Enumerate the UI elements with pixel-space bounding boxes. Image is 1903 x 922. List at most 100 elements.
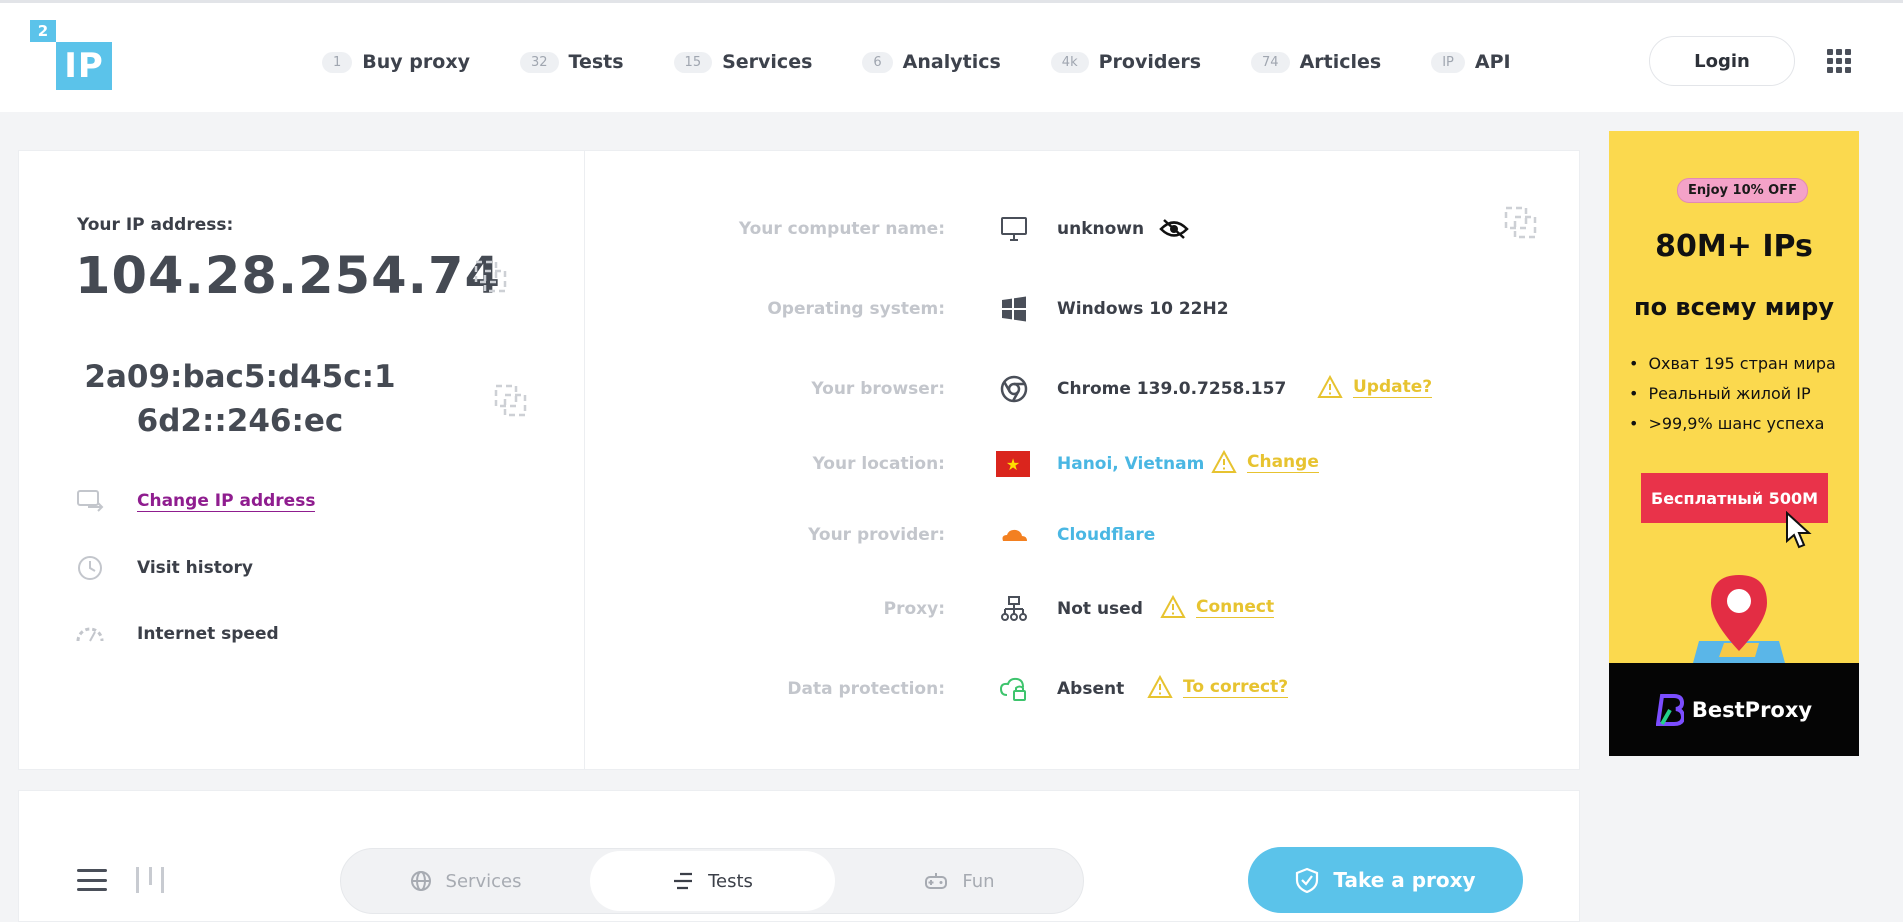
- network-icon: [998, 593, 1030, 625]
- nav-label: API: [1474, 51, 1511, 73]
- provider-value[interactable]: Cloudflare: [1057, 525, 1155, 545]
- tools-bar: Services Tests Fun Take a proxy: [18, 790, 1580, 922]
- row-provider: Your provider: Cloudflare: [585, 515, 1581, 555]
- warning-icon: [1317, 375, 1343, 398]
- nav-item-services[interactable]: 15 Services: [673, 51, 813, 73]
- speedometer-icon: [75, 619, 105, 649]
- category-tabs: Services Tests Fun: [340, 848, 1084, 914]
- proxy-value: Not used: [1057, 599, 1143, 619]
- change-ip-link[interactable]: Change IP address: [75, 486, 316, 516]
- row-proxy: Proxy: Not used Connect: [585, 589, 1581, 629]
- ip-info-panel: Your IP address: 104.28.254.74 2a09:bac5…: [18, 150, 1580, 770]
- ad-discount-badge: Enjoy 10% OFF: [1677, 178, 1808, 203]
- ad-bullet: >99,9% шанс успеха: [1629, 414, 1836, 433]
- sliders-icon: [674, 872, 693, 890]
- nav-label: Buy proxy: [362, 51, 470, 73]
- ipv4-address: 104.28.254.74: [75, 247, 501, 306]
- tab-fun[interactable]: Fun: [837, 851, 1082, 911]
- location-label: Your location:: [812, 454, 945, 474]
- ad-brand-name: BestProxy: [1691, 697, 1813, 722]
- apps-grid-icon[interactable]: [1827, 49, 1851, 73]
- row-location: Your location: ★ Hanoi, Vietnam Change: [585, 444, 1581, 484]
- bestproxy-ad-banner[interactable]: Enjoy 10% OFF 80M+ IPs по всему миру Охв…: [1609, 131, 1859, 756]
- nav-item-tests[interactable]: 32 Tests: [519, 51, 624, 73]
- gamepad-icon: [925, 873, 948, 889]
- nav-badge: 4k: [1050, 51, 1089, 73]
- logo-big-box: IP: [56, 42, 112, 90]
- take-proxy-label: Take a proxy: [1333, 868, 1476, 892]
- tab-tests[interactable]: Tests: [590, 851, 835, 911]
- provider-label: Your provider:: [808, 525, 945, 545]
- protection-label: Data protection:: [787, 679, 945, 699]
- nav-label: Tests: [568, 51, 624, 73]
- map-pin-icon: [1693, 575, 1785, 663]
- logo-small-box: 2: [30, 20, 56, 42]
- browser-label: Your browser:: [811, 379, 945, 399]
- proxy-label: Proxy:: [883, 599, 945, 619]
- row-data-protection: Data protection: Absent To correct?: [585, 669, 1581, 709]
- ip-address-column: Your IP address: 104.28.254.74 2a09:bac5…: [19, 151, 585, 769]
- location-change-link[interactable]: Change: [1211, 450, 1319, 474]
- nav-label: Analytics: [902, 51, 1001, 73]
- nav-item-providers[interactable]: 4k Providers: [1050, 51, 1202, 73]
- nav-label: Services: [722, 51, 813, 73]
- nav-item-analytics[interactable]: 6 Analytics: [862, 51, 1001, 73]
- ad-bullet: Охват 195 стран мира: [1629, 354, 1835, 373]
- os-label: Operating system:: [767, 299, 945, 319]
- nav-item-api[interactable]: IP API: [1431, 51, 1511, 73]
- tab-tests-label: Tests: [708, 870, 753, 892]
- protection-correct-label: To correct?: [1183, 676, 1289, 698]
- browser-update-link[interactable]: Update?: [1317, 375, 1433, 399]
- monitor-icon: [998, 213, 1030, 245]
- ad-brand-bar: BestProxy: [1609, 663, 1859, 756]
- take-proxy-button[interactable]: Take a proxy: [1248, 847, 1523, 913]
- protection-correct-link[interactable]: To correct?: [1147, 675, 1289, 699]
- main-nav: 1 Buy proxy 32 Tests 15 Services 6 Analy…: [322, 47, 1561, 77]
- ad-title: 80M+ IPs: [1655, 229, 1813, 264]
- visit-history-link[interactable]: Visit history: [75, 553, 253, 583]
- visit-history-label: Visit history: [137, 558, 253, 578]
- location-value[interactable]: Hanoi, Vietnam: [1057, 454, 1204, 474]
- cloud-lock-icon: [998, 673, 1030, 705]
- change-ip-label: Change IP address: [137, 490, 316, 512]
- row-browser: Your browser: Chrome 139.0.7258.157 Upda…: [585, 369, 1581, 409]
- nav-item-buy-proxy[interactable]: 1 Buy proxy: [322, 51, 470, 73]
- copy-computer-icon[interactable]: [1503, 205, 1539, 241]
- nav-badge: 32: [519, 51, 559, 73]
- copy-ipv6-icon[interactable]: [493, 383, 529, 419]
- bestproxy-logo-icon: [1655, 693, 1684, 726]
- chrome-icon: [998, 373, 1030, 405]
- internet-speed-label: Internet speed: [137, 624, 279, 644]
- hide-eye-icon[interactable]: [1158, 213, 1190, 245]
- columns-icon[interactable]: [136, 867, 164, 893]
- ad-bullets: Охват 195 стран мира Реальный жилой IP >…: [1629, 354, 1836, 444]
- globe-icon: [410, 871, 431, 891]
- tab-services[interactable]: Services: [343, 851, 588, 911]
- nav-badge: 6: [862, 51, 893, 73]
- ip-caption: Your IP address:: [77, 215, 234, 235]
- nav-label: Providers: [1098, 51, 1202, 73]
- warning-icon: [1160, 595, 1186, 618]
- cursor-icon: [1786, 511, 1812, 549]
- nav-label: Articles: [1299, 51, 1382, 73]
- change-ip-icon: [75, 486, 105, 516]
- tab-services-label: Services: [445, 870, 522, 892]
- copy-ipv4-icon[interactable]: [473, 259, 509, 295]
- nav-badge: 1: [322, 51, 353, 73]
- nav-item-articles[interactable]: 74 Articles: [1251, 51, 1381, 73]
- shield-icon: [1296, 867, 1319, 893]
- ad-bullet: Реальный жилой IP: [1629, 384, 1836, 403]
- protection-value: Absent: [1057, 679, 1125, 699]
- menu-icon[interactable]: [77, 869, 107, 891]
- vietnam-flag-icon: ★: [995, 448, 1031, 480]
- history-icon: [75, 553, 105, 583]
- row-computer-name: Your computer name: unknown: [585, 206, 1581, 249]
- proxy-connect-link[interactable]: Connect: [1160, 595, 1275, 619]
- nav-badge: IP: [1431, 51, 1465, 73]
- ad-subtitle: по всему миру: [1634, 293, 1834, 321]
- internet-speed-link[interactable]: Internet speed: [75, 619, 279, 649]
- site-logo[interactable]: 2 IP: [30, 20, 114, 94]
- windows-icon: [998, 293, 1030, 325]
- login-button[interactable]: Login: [1649, 36, 1795, 86]
- computer-name-label: Your computer name:: [738, 219, 945, 239]
